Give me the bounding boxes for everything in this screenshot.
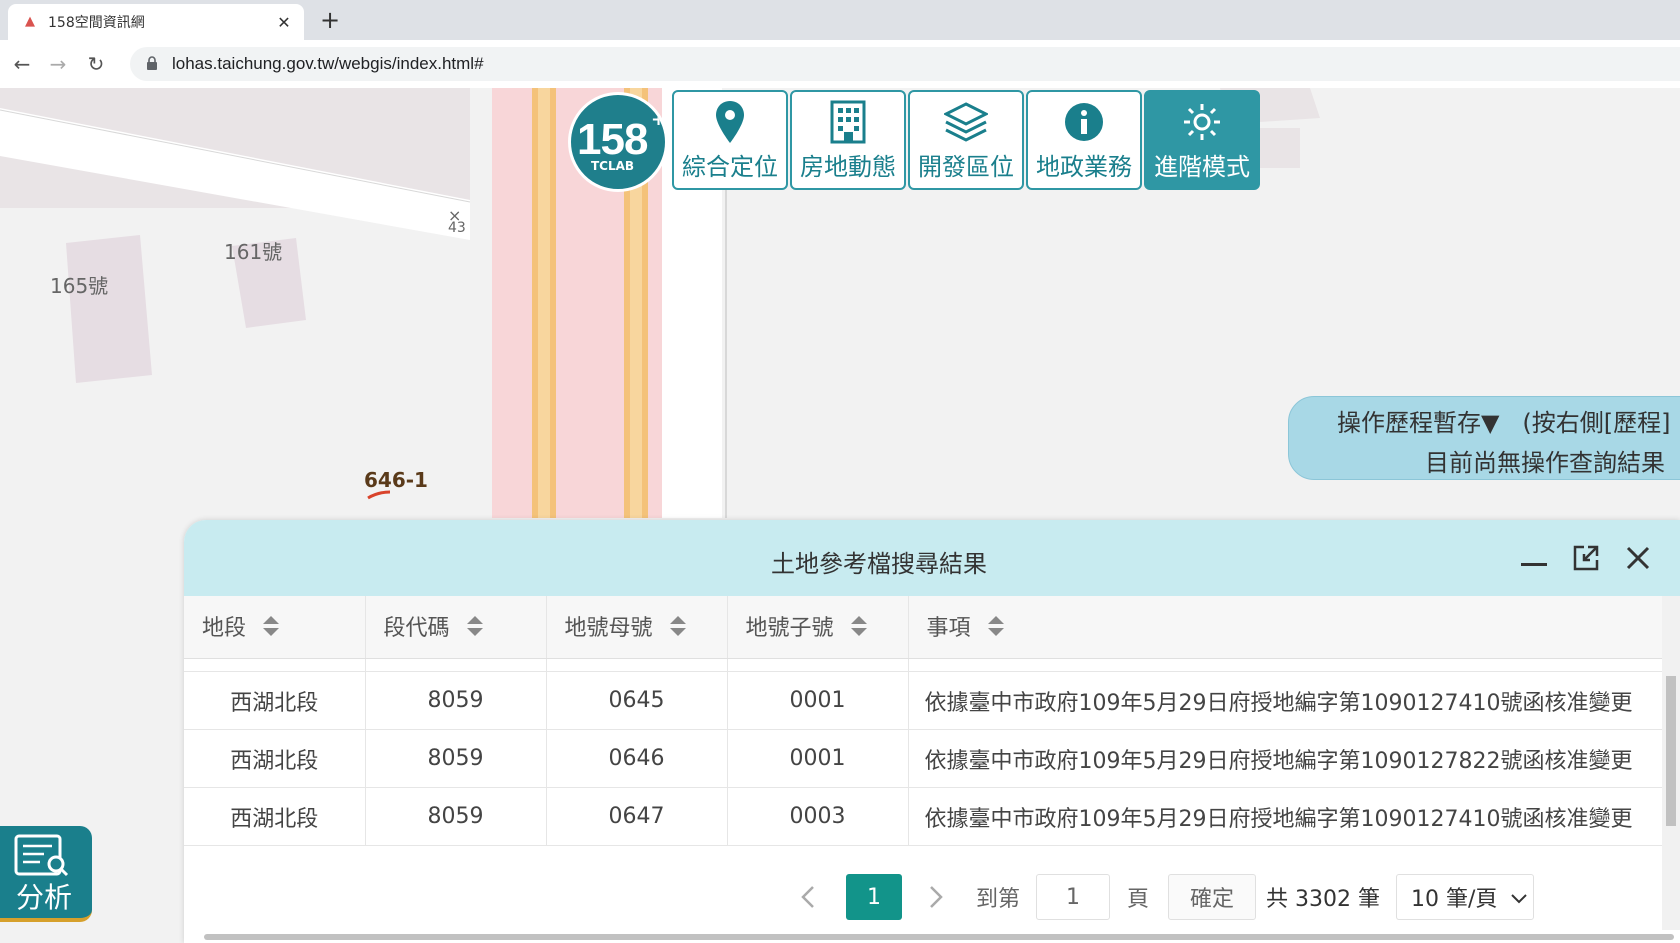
- total-count: 共 3302 筆: [1266, 887, 1380, 912]
- table-header-row: 地段 段代碼 地號母號 地號子號 事項: [184, 596, 1662, 659]
- map-pin-icon: [716, 99, 744, 145]
- table-horizontal-scrollbar[interactable]: [204, 934, 1674, 940]
- results-panel-header: 土地參考檔搜尋結果: [184, 520, 1680, 596]
- minimize-icon[interactable]: [1518, 542, 1550, 574]
- sort-icon[interactable]: [987, 614, 1005, 644]
- cell-section: 西湖北段: [184, 787, 366, 846]
- sort-icon[interactable]: [262, 614, 280, 644]
- browser-tab-bar: ▲ 158空間資訊網 ✕ +: [0, 0, 1680, 40]
- column-header-child-lot[interactable]: 地號子號: [727, 596, 909, 659]
- goto-label: 到第: [975, 887, 1020, 912]
- menu-label: 綜合定位: [682, 152, 778, 181]
- cell-item: 依據臺中市政府109年5月29日府授地編字第1090127410號函核准變更: [908, 787, 1662, 846]
- map-label-parcel: 646-1: [364, 468, 428, 492]
- browser-tab[interactable]: ▲ 158空間資訊網 ✕: [8, 4, 304, 40]
- address-bar: ← → ↻ lohas.taichung.gov.tw/webgis/index…: [0, 40, 1680, 89]
- cell-section: 西湖北段: [184, 671, 366, 730]
- url-field[interactable]: lohas.taichung.gov.tw/webgis/index.html#: [130, 47, 1680, 81]
- analysis-button[interactable]: 分析: [0, 826, 92, 922]
- column-header-item[interactable]: 事項: [908, 596, 1662, 659]
- table-vertical-scrollbar[interactable]: [1662, 596, 1680, 930]
- scrollbar-thumb[interactable]: [1666, 676, 1676, 826]
- sort-icon[interactable]: [669, 614, 687, 644]
- cell-section-code: 8059: [365, 671, 547, 730]
- cell-item: 依據臺中市政府109年5月29日府授地編字第1090127822號函核准變更: [908, 729, 1662, 788]
- menu-label: 地政業務: [1036, 152, 1132, 181]
- column-header-section-code[interactable]: 段代碼: [365, 596, 547, 659]
- table-row-partial: [184, 658, 1662, 672]
- map-label-161: 161號: [224, 240, 283, 264]
- column-header-section[interactable]: 地段: [184, 596, 366, 659]
- history-title[interactable]: 操作歷程暫存▼ (按右側[歷程]: [1337, 403, 1670, 438]
- close-icon[interactable]: [1622, 542, 1654, 574]
- menu-integrated-positioning[interactable]: 綜合定位: [672, 90, 788, 190]
- column-header-parent-lot[interactable]: 地號母號: [546, 596, 728, 659]
- page-size-select[interactable]: 10 筆/頁: [1396, 874, 1534, 920]
- chevron-down-icon: [1511, 885, 1528, 910]
- results-table: 地段 段代碼 地號母號 地號子號 事項 西湖北段 8059 0645 0001 …: [184, 596, 1662, 846]
- maximize-icon[interactable]: [1570, 542, 1602, 574]
- results-panel: 土地參考檔搜尋結果 地段 段代碼 地號母號 地號子號 事項 西湖北段 8059 …: [184, 520, 1680, 943]
- cell-section-code: 8059: [365, 787, 547, 846]
- page-unit-label: 頁: [1126, 887, 1149, 912]
- menu-advanced-mode[interactable]: 進階模式: [1144, 90, 1260, 190]
- lock-icon: [146, 55, 160, 73]
- cell-section-code: 8059: [365, 729, 547, 788]
- forward-icon[interactable]: →: [46, 52, 70, 76]
- reload-icon[interactable]: ↻: [84, 52, 108, 76]
- goto-page-input[interactable]: 1: [1036, 874, 1110, 920]
- menu-label: 開發區位: [918, 152, 1014, 181]
- menu-label: 進階模式: [1154, 152, 1250, 181]
- table-row[interactable]: 西湖北段 8059 0645 0001 依據臺中市政府109年5月29日府授地編…: [184, 671, 1662, 730]
- back-icon[interactable]: ←: [10, 52, 34, 76]
- page-1-button[interactable]: 1: [846, 874, 902, 920]
- menu-development-zones[interactable]: 開發區位: [908, 90, 1024, 190]
- page-size-value: 10 筆/頁: [1411, 887, 1498, 912]
- pagination: 1 到第 1 頁 確定 共 3302 筆 10 筆/頁: [184, 862, 1662, 932]
- logo-number: 158: [577, 115, 648, 164]
- cell-section: 西湖北段: [184, 729, 366, 788]
- cell-parent-lot: 0646: [546, 729, 728, 788]
- logo-plus: +: [651, 109, 667, 130]
- cell-parent-lot: 0645: [546, 671, 728, 730]
- table-row[interactable]: 西湖北段 8059 0647 0003 依據臺中市政府109年5月29日府授地編…: [184, 787, 1662, 846]
- prev-page-icon[interactable]: [788, 874, 828, 920]
- cell-parent-lot: 0647: [546, 787, 728, 846]
- menu-label: 房地動態: [800, 152, 896, 181]
- logo-subtitle: TCLAB: [591, 159, 635, 173]
- site-logo[interactable]: 158 + TCLAB: [568, 92, 668, 192]
- cell-child-lot: 0001: [727, 729, 909, 788]
- table-row[interactable]: 西湖北段 8059 0646 0001 依據臺中市政府109年5月29日府授地編…: [184, 729, 1662, 788]
- next-page-icon[interactable]: [916, 874, 956, 920]
- history-hint: (按右側[歷程]: [1522, 409, 1671, 437]
- tab-close-icon[interactable]: ✕: [274, 13, 294, 32]
- report-search-icon: [14, 834, 70, 882]
- url-text: lohas.taichung.gov.tw/webgis/index.html#: [172, 54, 484, 73]
- tab-title: 158空間資訊網: [48, 15, 145, 31]
- sort-icon[interactable]: [466, 614, 484, 644]
- building-icon: [830, 99, 866, 145]
- cell-item: 依據臺中市政府109年5月29日府授地編字第1090127410號函核准變更: [908, 671, 1662, 730]
- layers-icon: [944, 99, 988, 145]
- menu-land-administration[interactable]: 地政業務: [1026, 90, 1142, 190]
- menu-real-estate[interactable]: 房地動態: [790, 90, 906, 190]
- gear-icon: [1182, 99, 1222, 145]
- confirm-button[interactable]: 確定: [1168, 874, 1256, 920]
- cell-child-lot: 0003: [727, 787, 909, 846]
- history-status: 目前尚無操作查詢結果: [1425, 449, 1665, 477]
- cell-child-lot: 0001: [727, 671, 909, 730]
- sort-icon[interactable]: [850, 614, 868, 644]
- main-menu: 綜合定位 房地動態 開發區位 地政業務 進階模式: [672, 90, 1262, 190]
- map-label-165: 165號: [50, 274, 109, 298]
- new-tab-button[interactable]: +: [320, 6, 340, 34]
- results-title: 土地參考檔搜尋結果: [771, 550, 987, 578]
- info-icon: [1064, 99, 1104, 145]
- history-panel[interactable]: 操作歷程暫存▼ (按右側[歷程] 目前尚無操作查詢結果: [1288, 396, 1680, 480]
- analysis-label: 分析: [16, 881, 73, 914]
- site-favicon-icon: ▲: [25, 14, 35, 29]
- map-label-43: 43: [448, 220, 466, 236]
